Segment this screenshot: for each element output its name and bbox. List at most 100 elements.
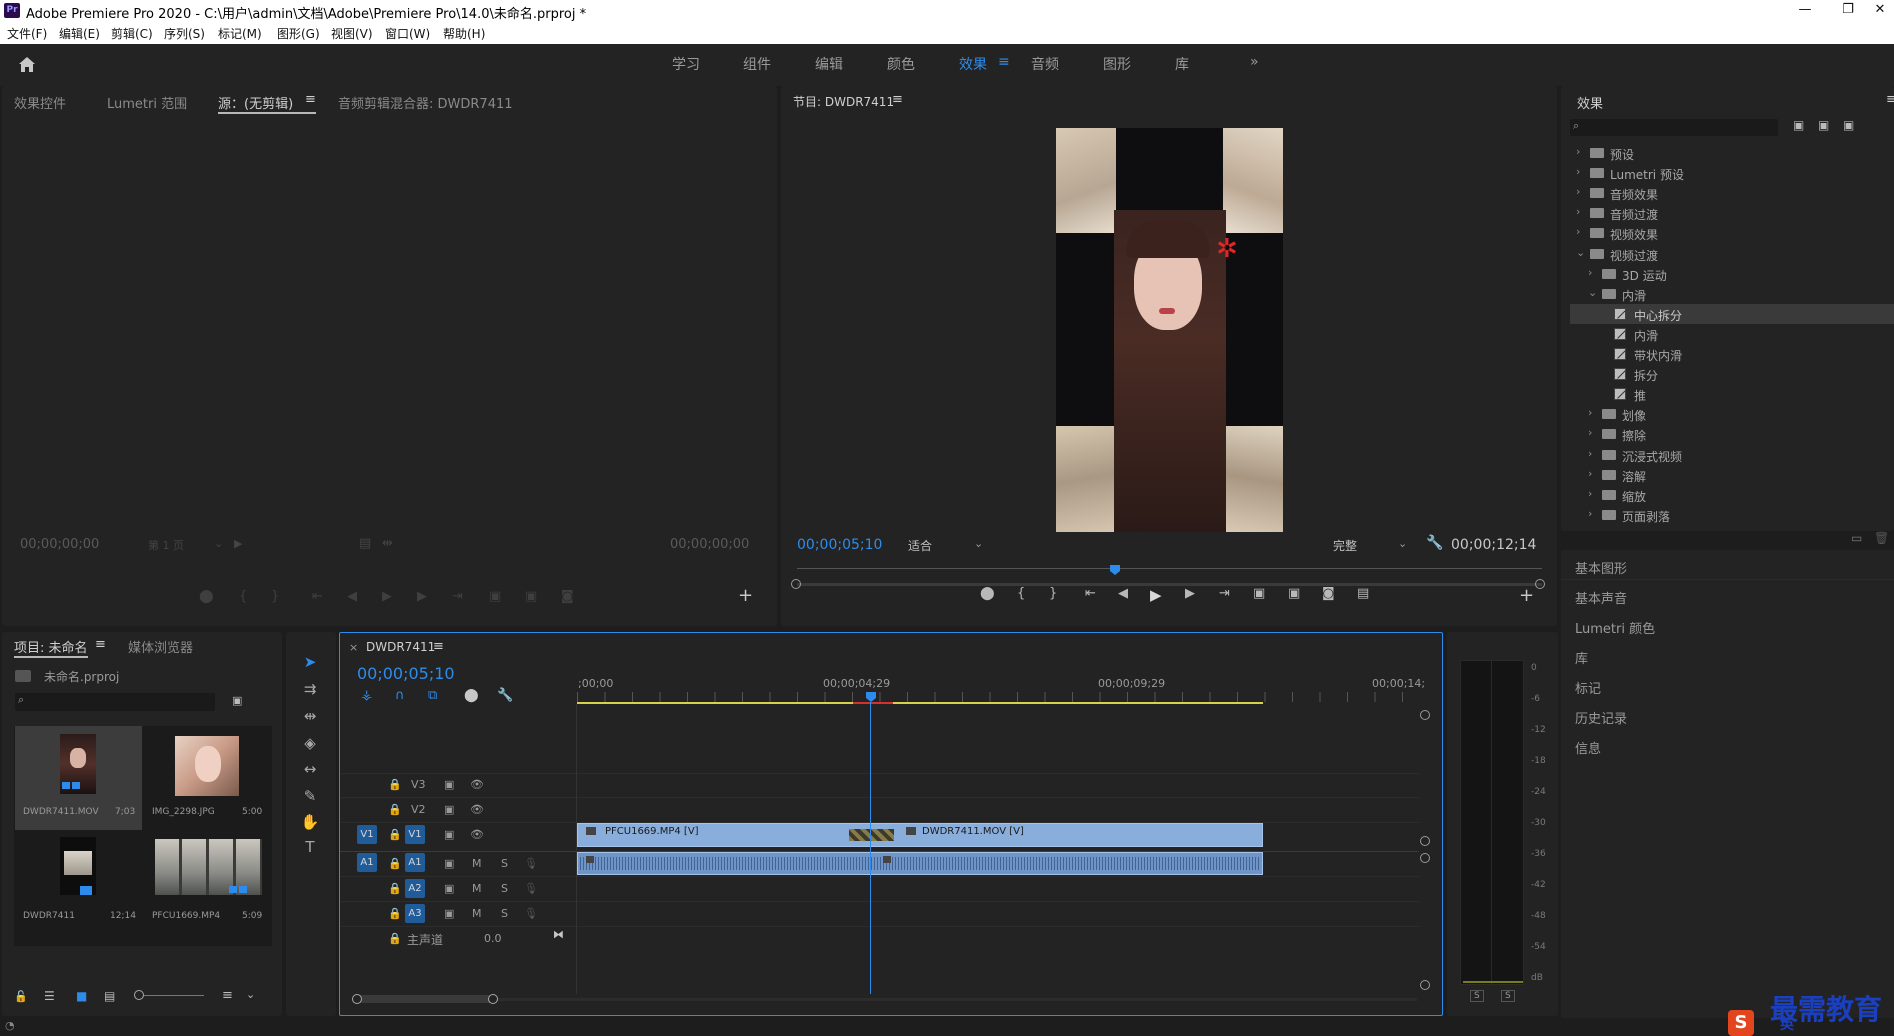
source-patch-v1[interactable]: V1	[357, 825, 377, 844]
effects-folder[interactable]: ⌄ 内滑	[1570, 284, 1894, 304]
type-tool-icon[interactable]: T	[300, 838, 320, 856]
effects-folder[interactable]: › 视频效果	[1570, 223, 1894, 243]
effects-folder[interactable]: › 音频效果	[1570, 183, 1894, 203]
selection-tool-icon[interactable]: ➤	[300, 653, 320, 671]
sync-lock-icon[interactable]: ▣	[444, 828, 454, 841]
effects-folder[interactable]: › 预设	[1570, 143, 1894, 163]
effects-folder[interactable]: › 划像	[1570, 404, 1894, 424]
menu-sequence[interactable]: 序列(S)	[164, 25, 205, 42]
chevron-right-icon[interactable]: ›	[1588, 487, 1592, 500]
timeline-settings-wrench-icon[interactable]: 🔧	[497, 688, 513, 703]
chevron-right-icon[interactable]: ›	[1576, 165, 1580, 178]
source-page-select[interactable]: 第 1 页	[148, 537, 184, 553]
fit-dropdown-chevron-icon[interactable]: ⌄	[974, 537, 983, 550]
chevron-right-icon[interactable]: ›	[1588, 447, 1592, 460]
timeline-zoom-left-handle[interactable]	[352, 994, 362, 1004]
toggle-output-eye-icon[interactable]: 👁	[470, 778, 484, 791]
program-video-frame[interactable]: ✲	[1056, 128, 1283, 532]
panel-essential-graphics[interactable]: 基本图形	[1575, 558, 1627, 577]
panel-history[interactable]: 历史记录	[1575, 708, 1627, 727]
sync-lock-icon[interactable]: ▣	[444, 907, 454, 920]
program-scrub-start-handle[interactable]	[791, 579, 801, 589]
menu-help[interactable]: 帮助(H)	[443, 25, 485, 42]
snap-icon[interactable]: ∩	[395, 688, 405, 703]
extract-icon[interactable]: ▣	[1288, 586, 1300, 601]
effects-folder[interactable]: › 擦除	[1570, 424, 1894, 444]
add-marker-icon[interactable]: ⬤	[980, 586, 995, 601]
source-go-in-icon[interactable]: ⇤	[312, 589, 323, 604]
menu-graphics[interactable]: 图形(G)	[277, 25, 320, 42]
menu-view[interactable]: 视图(V)	[331, 25, 373, 42]
project-search-input[interactable]: ⌕	[15, 693, 215, 711]
chevron-down-icon[interactable]: ⌄	[1576, 246, 1585, 259]
mute-button[interactable]: M	[472, 907, 482, 920]
source-insert-icon[interactable]: ▣	[489, 589, 501, 604]
add-marker-icon[interactable]: ⬤	[464, 688, 479, 703]
track-label-a3[interactable]: A3	[405, 904, 425, 923]
chevron-right-icon[interactable]: ›	[1588, 406, 1592, 419]
menu-window[interactable]: 窗口(W)	[385, 25, 430, 42]
play-icon[interactable]: ▶	[1150, 586, 1162, 604]
icon-view-icon[interactable]: ■	[76, 989, 87, 1003]
zoom-slider-handle[interactable]	[134, 990, 144, 1000]
source-mark-in-icon[interactable]: {	[239, 589, 247, 604]
step-back-icon[interactable]: ◀	[1118, 586, 1128, 601]
lift-icon[interactable]: ▣	[1253, 586, 1265, 601]
nest-toggle-icon[interactable]: ⚶	[361, 688, 372, 703]
sync-lock-icon[interactable]: ▣	[444, 803, 454, 816]
track-label-a1[interactable]: A1	[405, 853, 425, 872]
close-button[interactable]: ✕	[1870, 2, 1890, 17]
clip-label-dwdr7411[interactable]: DWDR7411.MOV [V]	[922, 826, 1024, 837]
clip-label-pfcu1669[interactable]: PFCU1669.MP4 [V]	[605, 826, 699, 837]
program-fit-select[interactable]: 适合	[908, 537, 932, 554]
timeline-sequence-tab[interactable]: DWDR7411	[366, 640, 435, 654]
voice-over-mic-icon[interactable]: 🎙	[524, 857, 538, 870]
source-marker-icon[interactable]: ⬤	[199, 589, 214, 604]
timeline-timecode[interactable]: 00;00;05;10	[357, 664, 455, 683]
voice-over-mic-icon[interactable]: 🎙	[524, 907, 538, 920]
mark-in-icon[interactable]: {	[1017, 586, 1025, 601]
timeline-zoom-right-handle[interactable]	[488, 994, 498, 1004]
program-playhead[interactable]	[1110, 565, 1120, 575]
program-quality-select[interactable]: 完整	[1333, 537, 1357, 554]
panel-essential-sound[interactable]: 基本声音	[1575, 588, 1627, 607]
project-menu-icon[interactable]: ≡	[95, 637, 106, 652]
chevron-right-icon[interactable]: ›	[1576, 185, 1580, 198]
mute-button[interactable]: M	[472, 882, 482, 895]
lock-track-icon[interactable]: 🔒	[388, 778, 402, 791]
workspace-assembly[interactable]: 组件	[743, 54, 771, 74]
effects-folder[interactable]: › 缩放	[1570, 485, 1894, 505]
source-play-icon[interactable]: ▶	[382, 589, 392, 604]
workspace-learn[interactable]: 学习	[672, 54, 700, 74]
tab-lumetri-scopes[interactable]: Lumetri 范围	[107, 93, 187, 112]
program-add-button[interactable]: +	[1519, 585, 1534, 606]
effects-folder[interactable]: › 沉浸式视频	[1570, 445, 1894, 465]
effects-item[interactable]: 推	[1570, 384, 1894, 404]
razor-tool-icon[interactable]: ◈	[300, 734, 320, 752]
project-item-name[interactable]: PFCU1669.MP4	[152, 911, 220, 921]
toggle-output-eye-icon[interactable]: 👁	[470, 828, 484, 841]
voice-over-mic-icon[interactable]: 🎙	[524, 882, 538, 895]
sync-lock-icon[interactable]: ▣	[444, 857, 454, 870]
lock-track-icon[interactable]: 🔒	[388, 882, 402, 895]
track-label-v2[interactable]: V2	[411, 803, 426, 816]
tab-audio-clip-mixer[interactable]: 音频剪辑混合器: DWDR7411	[338, 93, 513, 112]
track-label-a2[interactable]: A2	[405, 879, 425, 898]
minimize-button[interactable]: —	[1795, 2, 1815, 17]
workspace-editing[interactable]: 编辑	[815, 54, 843, 74]
yuv-effects-icon[interactable]: ▣	[1843, 118, 1854, 132]
tab-source[interactable]: 源：(无剪辑)	[218, 93, 293, 112]
comparison-view-icon[interactable]: ▤	[1357, 586, 1369, 601]
transition-center-split[interactable]	[849, 829, 894, 841]
go-to-out-icon[interactable]: ⇥	[1219, 586, 1230, 601]
effects-folder[interactable]: › 音频过渡	[1570, 203, 1894, 223]
effects-folder[interactable]: › Lumetri 预设	[1570, 163, 1894, 183]
effects-item[interactable]: 中心拆分	[1570, 303, 1894, 324]
linked-selection-icon[interactable]: ⧉	[428, 688, 437, 703]
track-label-v1[interactable]: V1	[405, 825, 425, 844]
sync-lock-icon[interactable]: ▣	[444, 778, 454, 791]
timeline-close-icon[interactable]: ×	[349, 641, 358, 654]
audio-scroll-handle-top[interactable]	[1420, 853, 1430, 863]
lock-track-icon[interactable]: 🔒	[388, 803, 402, 816]
source-patch-a1[interactable]: A1	[357, 853, 377, 872]
